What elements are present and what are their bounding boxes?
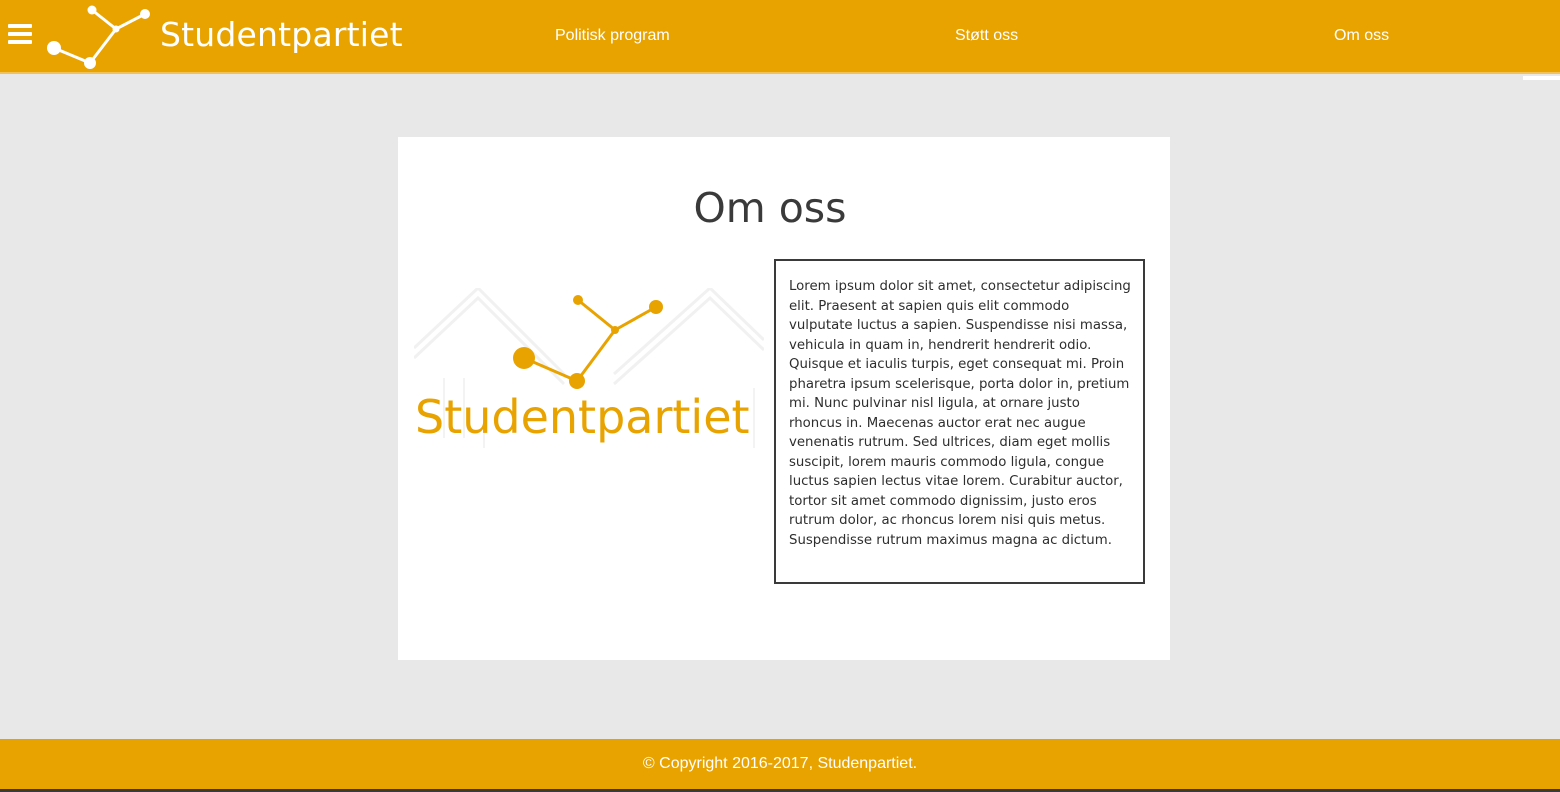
brand-name[interactable]: Studentpartiet bbox=[160, 15, 403, 54]
about-text-box: Lorem ipsum dolor sit amet, consectetur … bbox=[774, 259, 1145, 584]
hamburger-menu-icon[interactable] bbox=[8, 24, 32, 50]
top-navbar: Studentpartiet Politisk program Støtt os… bbox=[0, 0, 1560, 74]
about-paragraph: Lorem ipsum dolor sit amet, consectetur … bbox=[789, 279, 1131, 548]
nav-link-politisk-program[interactable]: Politisk program bbox=[555, 27, 670, 45]
footer-copyright: © Copyright 2016-2017, Studenpartiet. bbox=[642, 755, 918, 772]
navbar-edge-marker bbox=[1523, 76, 1560, 80]
footer: © Copyright 2016-2017, Studenpartiet. bbox=[0, 739, 1560, 789]
about-logo-wordmark: Studentpartiet bbox=[415, 390, 750, 444]
nav-link-stott-oss[interactable]: Støtt oss bbox=[955, 27, 1018, 45]
molecule-logo-icon[interactable] bbox=[44, 2, 154, 72]
nav-link-om-oss[interactable]: Om oss bbox=[1334, 27, 1389, 45]
page-title: Om oss bbox=[693, 184, 847, 232]
